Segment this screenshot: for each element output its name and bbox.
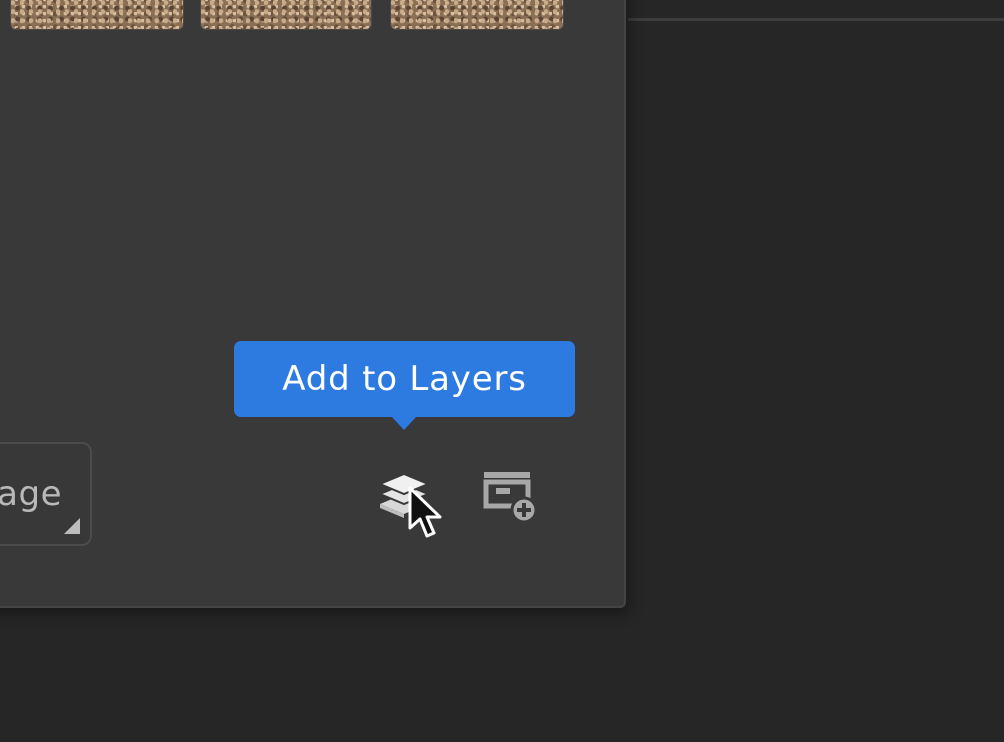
tooltip-tail — [391, 416, 417, 430]
right-area-divider — [628, 18, 1004, 21]
add-to-library-button[interactable] — [482, 468, 542, 528]
layers-stack-icon — [376, 466, 438, 532]
dropdown-corner-icon — [64, 518, 80, 534]
image-type-label: age — [0, 474, 62, 514]
image-type-dropdown[interactable]: age — [0, 442, 92, 546]
tooltip-text: Add to Layers — [282, 359, 527, 399]
result-thumbnail[interactable] — [390, 0, 564, 30]
app-window: age Add to Layers — [0, 0, 1004, 742]
result-thumbnail[interactable] — [10, 0, 184, 30]
result-thumbnail[interactable] — [200, 0, 372, 30]
library-add-icon — [482, 468, 542, 528]
add-to-layers-button[interactable] — [376, 466, 438, 532]
add-to-layers-tooltip: Add to Layers — [234, 341, 575, 430]
